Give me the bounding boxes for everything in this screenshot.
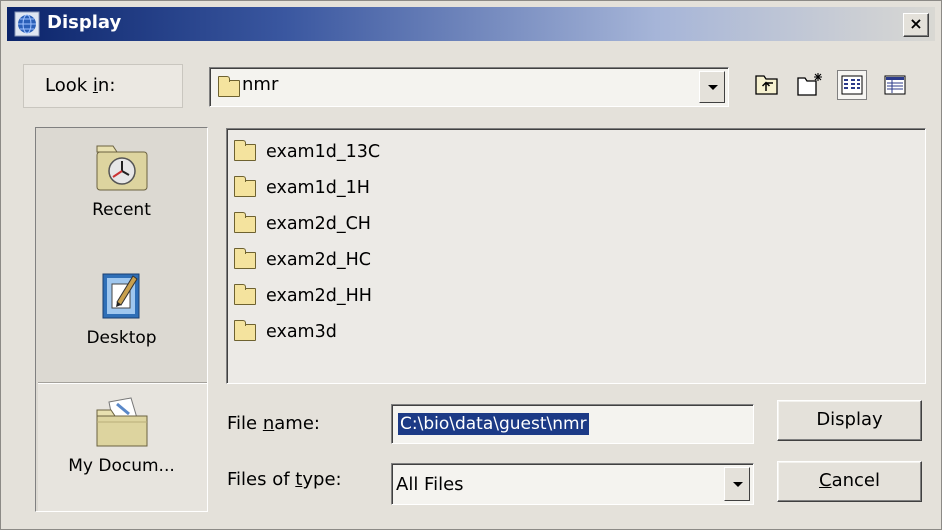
recent-clock-icon <box>96 145 147 191</box>
title-bar[interactable]: Display × <box>7 7 935 41</box>
up-one-level-icon[interactable] <box>753 71 781 99</box>
look-in-combobox[interactable]: nmr <box>209 67 729 107</box>
list-item[interactable]: exam1d_1H <box>234 174 370 202</box>
list-item[interactable]: exam3d <box>234 318 337 346</box>
app-globe-icon <box>14 11 40 37</box>
file-name-text: exam2d_HC <box>266 250 371 270</box>
file-list[interactable]: exam1d_13C exam1d_1H exam2d_CH exam2d_HC… <box>226 128 926 384</box>
file-name-label: File name: <box>227 413 320 434</box>
list-item[interactable]: exam1d_13C <box>234 138 380 166</box>
close-button[interactable]: × <box>903 13 929 37</box>
file-type-label: Files of type: <box>227 469 342 490</box>
folder-icon <box>234 175 256 197</box>
chevron-down-icon[interactable] <box>699 71 725 103</box>
chevron-down-icon[interactable] <box>724 467 750 501</box>
file-type-combobox[interactable]: All Files <box>391 463 754 505</box>
folder-icon <box>234 283 256 305</box>
my-documents-icon <box>96 397 147 447</box>
folder-icon <box>234 139 256 161</box>
list-view-icon[interactable] <box>837 70 867 100</box>
create-new-folder-icon[interactable] <box>796 71 824 99</box>
place-my-documents[interactable]: My Docum... <box>36 394 207 476</box>
display-button[interactable]: Display <box>777 400 922 441</box>
file-name-text: exam2d_CH <box>266 214 371 234</box>
place-label: My Docum... <box>68 456 175 476</box>
file-name-input[interactable]: C:\bio\data\guest\nmr <box>391 404 754 444</box>
look-in-value: nmr <box>242 74 279 95</box>
folder-icon <box>234 319 256 341</box>
list-item[interactable]: exam2d_HH <box>234 282 372 310</box>
place-recent[interactable]: Recent <box>36 138 207 220</box>
file-type-value: All Files <box>396 474 464 495</box>
folder-icon <box>234 211 256 233</box>
file-name-text: exam2d_HH <box>266 286 372 306</box>
file-dialog-window: Display × Look in: nmr Recent Desktop My… <box>0 0 942 530</box>
folder-icon <box>218 76 240 97</box>
details-view-icon[interactable] <box>881 71 909 99</box>
places-sidebar: Recent Desktop My Docum... <box>35 127 208 512</box>
place-label: Desktop <box>86 328 157 348</box>
window-title: Display <box>47 12 122 33</box>
file-name-value: C:\bio\data\guest\nmr <box>398 413 589 435</box>
divider <box>38 382 207 384</box>
place-label: Recent <box>92 200 151 220</box>
list-item[interactable]: exam2d_CH <box>234 210 371 238</box>
place-desktop[interactable]: Desktop <box>36 266 207 348</box>
file-name-text: exam1d_13C <box>266 142 381 162</box>
desktop-icon <box>102 273 139 319</box>
cancel-button[interactable]: Cancel <box>777 461 922 502</box>
folder-icon <box>234 247 256 269</box>
list-item[interactable]: exam2d_HC <box>234 246 371 274</box>
file-name-text: exam3d <box>266 322 337 342</box>
look-in-label: Look in: <box>45 75 116 96</box>
file-name-text: exam1d_1H <box>266 178 370 198</box>
